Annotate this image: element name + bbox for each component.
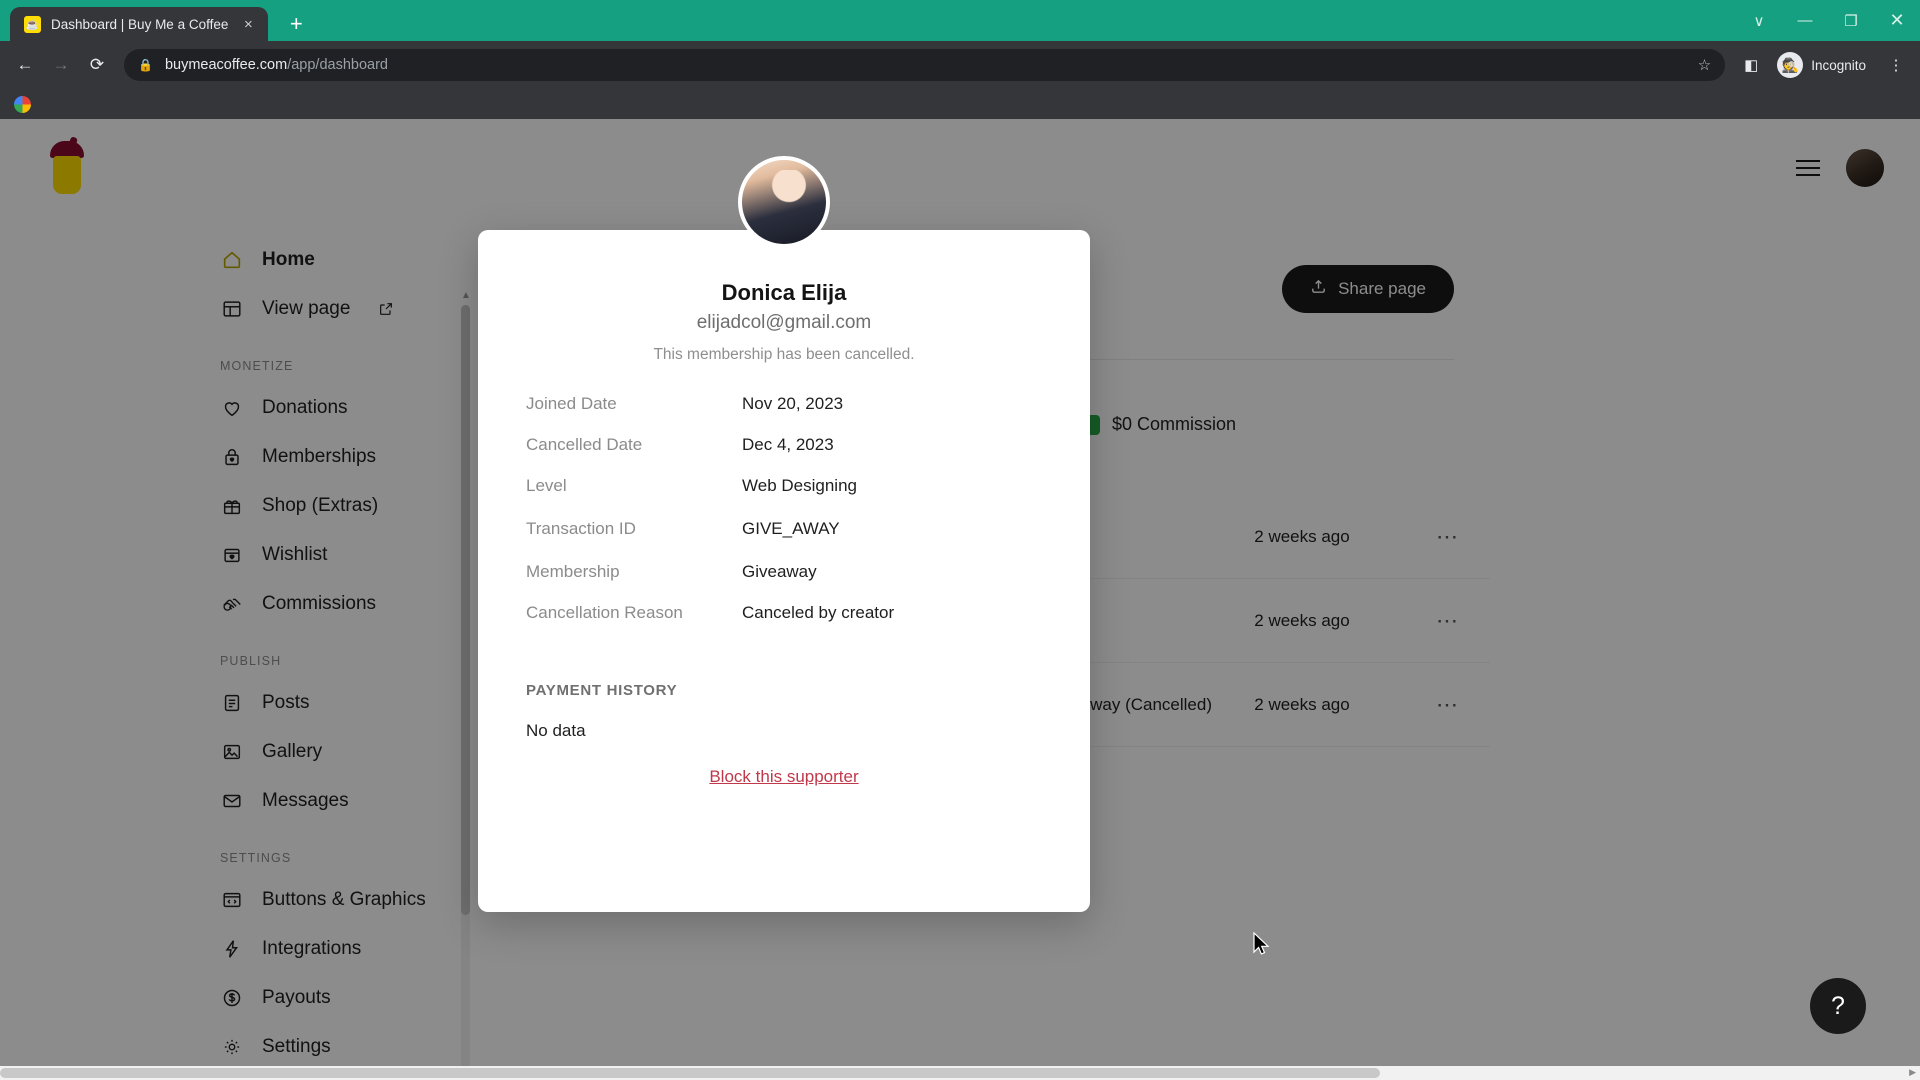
- detail-key: Transaction ID: [526, 519, 636, 538]
- google-icon[interactable]: [14, 95, 31, 113]
- incognito-icon: 🕵: [1777, 52, 1804, 78]
- detail-value: GIVE_AWAY: [742, 519, 840, 538]
- coffee-cup-icon: ☕: [24, 15, 41, 33]
- detail-key: Joined Date: [526, 394, 617, 413]
- detail-row-joined-date: Joined Date Nov 20, 2023: [526, 394, 1042, 435]
- detail-row-cancelled-date: Cancelled Date Dec 4, 2023: [526, 435, 1042, 476]
- detail-value: Nov 20, 2023: [742, 394, 844, 413]
- horizontal-scrollbar[interactable]: ◀ ▶: [0, 1066, 1920, 1080]
- incognito-label: Incognito: [1811, 57, 1866, 73]
- help-button[interactable]: ?: [1810, 978, 1866, 1034]
- payment-history-title: PAYMENT HISTORY: [526, 682, 678, 699]
- supporter-email: elijadcol@gmail.com: [696, 312, 872, 333]
- detail-row-transaction-id: Transaction ID GIVE_AWAY: [526, 519, 1042, 560]
- detail-value: Dec 4, 2023: [742, 435, 834, 454]
- page-viewport: Home View page MONETIZE Donations Member…: [0, 119, 1920, 1080]
- url-domain: buymeacoffee.com: [164, 57, 288, 73]
- block-supporter-link[interactable]: Block this supporter: [526, 767, 1042, 787]
- detail-row-cancellation-reason: Cancellation Reason Canceled by creator: [526, 603, 1042, 644]
- scroll-right-arrow[interactable]: ▶: [1909, 1067, 1916, 1078]
- supporter-name: Donica Elija: [721, 280, 847, 305]
- detail-key: Level: [526, 476, 567, 495]
- incognito-indicator[interactable]: 🕵 Incognito: [1773, 49, 1878, 81]
- window-controls: ∨ — ❐ ✕: [1736, 0, 1920, 41]
- detail-row-membership: Membership Giveaway: [526, 562, 1042, 603]
- close-icon[interactable]: ×: [238, 16, 258, 33]
- membership-status-note: This membership has been cancelled.: [653, 346, 915, 363]
- bookmarks-bar: [0, 89, 1920, 119]
- detail-value: Web Designing: [742, 476, 857, 495]
- browser-window: ☕ Dashboard | Buy Me a Coffee × + ∨ — ❐ …: [0, 0, 1920, 1080]
- forward-icon[interactable]: →: [44, 48, 78, 82]
- tab-title: Dashboard | Buy Me a Coffee: [51, 16, 229, 32]
- detail-value: Giveaway: [742, 562, 817, 581]
- browser-menu-icon[interactable]: ⋮: [1880, 49, 1912, 81]
- url-text: buymeacoffee.com/app/dashboard: [165, 57, 388, 73]
- bookmark-star-icon[interactable]: ☆: [1698, 56, 1711, 74]
- detail-value: Canceled by creator: [742, 603, 895, 622]
- supporter-detail-modal: Donica Elija elijadcol@gmail.com This me…: [478, 156, 1090, 912]
- back-icon[interactable]: ←: [8, 48, 42, 82]
- supporter-avatar: [738, 156, 830, 248]
- tab-strip: ☕ Dashboard | Buy Me a Coffee × + ∨ — ❐ …: [0, 0, 1920, 41]
- modal-body: Donica Elija elijadcol@gmail.com This me…: [478, 230, 1090, 787]
- minimize-icon[interactable]: —: [1782, 0, 1828, 41]
- reload-icon[interactable]: ⟳: [80, 48, 114, 82]
- side-panel-icon[interactable]: ◧: [1735, 49, 1767, 81]
- browser-tab[interactable]: ☕ Dashboard | Buy Me a Coffee ×: [10, 7, 269, 41]
- detail-key: Cancelled Date: [526, 435, 643, 454]
- url-path: /app/dashboard: [287, 57, 388, 73]
- chevron-down-icon[interactable]: ∨: [1736, 0, 1782, 41]
- detail-key: Cancellation Reason: [526, 603, 683, 622]
- address-bar[interactable]: 🔒 buymeacoffee.com/app/dashboard ☆: [124, 49, 1726, 81]
- detail-key: Membership: [526, 562, 620, 581]
- detail-row-level: Level Web Designing: [526, 476, 1042, 517]
- close-window-icon[interactable]: ✕: [1874, 0, 1920, 41]
- new-tab-button[interactable]: +: [282, 11, 310, 37]
- scrollbar-thumb[interactable]: [0, 1068, 1380, 1078]
- browser-toolbar: ← → ⟳ 🔒 buymeacoffee.com/app/dashboard ☆…: [0, 41, 1920, 89]
- maximize-icon[interactable]: ❐: [1828, 0, 1874, 41]
- payment-history-empty: No data: [526, 721, 586, 740]
- detail-table: Joined Date Nov 20, 2023 Cancelled Date …: [526, 394, 1042, 644]
- lock-icon: 🔒: [138, 58, 153, 72]
